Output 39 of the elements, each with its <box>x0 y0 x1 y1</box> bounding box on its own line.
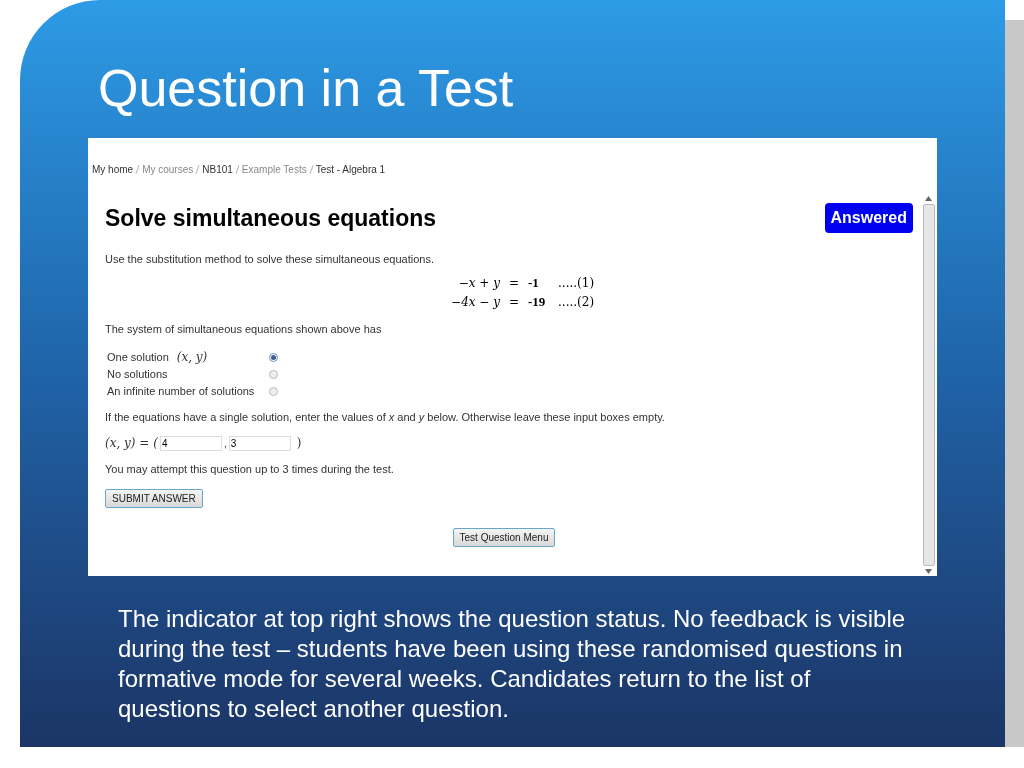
menu-button[interactable]: Test Question Menu <box>452 527 556 547</box>
option-label: One solution <box>107 349 169 365</box>
scroll-up-icon[interactable] <box>925 196 932 201</box>
option-label: No solutions <box>107 366 168 382</box>
question-title: Solve simultaneous equations <box>105 204 437 233</box>
equals-sign: = <box>507 274 521 292</box>
breadcrumb-link[interactable]: Test - Algebra 1 <box>315 162 386 177</box>
math-expression: (x, y) = ( <box>105 435 158 452</box>
parenthesis-text: ) <box>296 435 302 452</box>
breadcrumb-link[interactable]: My home <box>92 162 134 177</box>
input-field[interactable]: 3 <box>228 435 291 451</box>
equals-sign: = <box>507 293 521 311</box>
radio-button[interactable] <box>269 386 278 396</box>
equation-rhs: -19 <box>528 292 547 311</box>
scroll-down-icon[interactable] <box>925 569 932 574</box>
slide-title: Question in a Test <box>98 58 514 119</box>
attempts-text: You may attempt this question up to 3 times during the test. <box>105 462 394 477</box>
breadcrumb-link[interactable]: Example Tests <box>241 162 307 177</box>
equation-tag: .....(1) <box>558 273 595 292</box>
prompt-text: The system of simultaneous equations shown above has <box>105 322 382 337</box>
breadcrumb-link[interactable]: My courses <box>142 162 194 177</box>
instruction-text: If the equations have a single solution, enter the values of x and y below. Otherwise leave these input boxes empty. <box>105 409 665 425</box>
math-expression: (x, y) <box>176 349 208 366</box>
equation-tag: .....(2) <box>558 292 595 311</box>
radio-button[interactable] <box>269 369 278 379</box>
scrollbar[interactable] <box>920 196 937 574</box>
status-badge: Answered <box>824 203 913 234</box>
input-field[interactable]: 4 <box>159 435 222 451</box>
caption-text: The indicator at top right shows the question status. No feedback is visible during the test – students have been using these randomised questions in formative mode for several weeks. Candidates return to the list of questions to select another question. <box>118 604 907 724</box>
option-label: An infinite number of solutions <box>107 383 255 399</box>
radio-button[interactable] <box>269 352 278 362</box>
breadcrumb-link[interactable]: NB101 <box>202 162 233 177</box>
intro-text: Use the substitution method to solve these simultaneous equations. <box>105 251 434 267</box>
equation-rhs: -1 <box>528 273 540 292</box>
equation-lhs: −x + y <box>457 274 500 292</box>
scroll-thumb[interactable] <box>922 204 935 566</box>
submit-button[interactable]: SUBMIT ANSWER <box>105 488 203 508</box>
comma-text: , <box>223 436 227 451</box>
equation-lhs: −4x − y <box>450 293 500 311</box>
